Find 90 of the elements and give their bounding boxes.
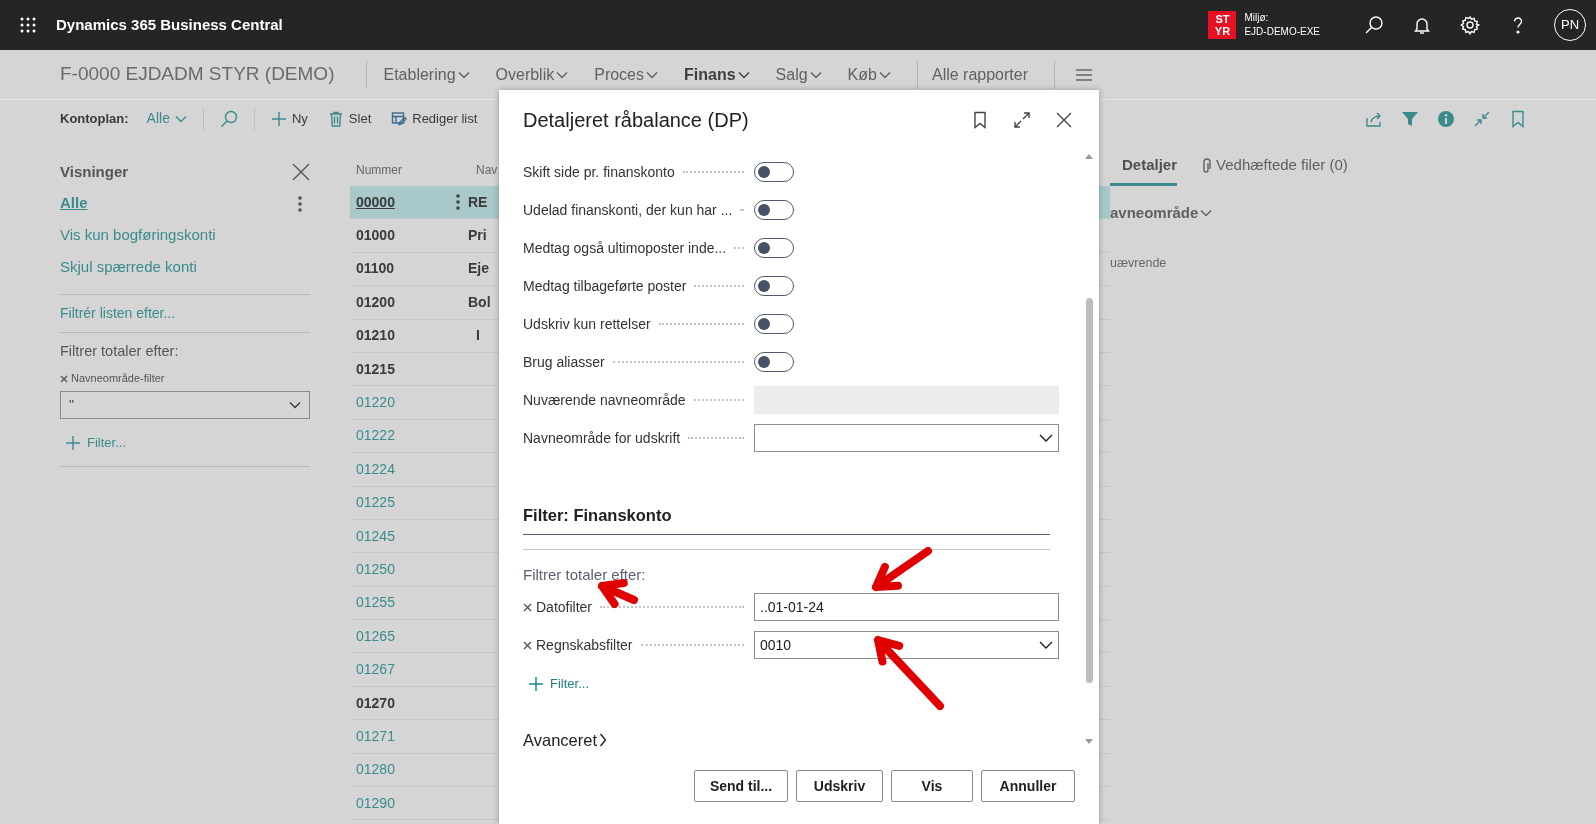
table-cell-text: Eje [468,259,489,279]
toggle-switch[interactable] [754,200,794,220]
option-label: Brug aliasser [523,352,605,372]
toggle-switch[interactable] [754,162,794,182]
toggle-switch[interactable] [754,352,794,372]
chevron-down-icon [878,70,891,79]
chevron-down-icon [289,400,301,409]
filter-totals-label: Filtrer totaler efter: [523,564,647,585]
panel-title: Visninger [60,162,129,182]
environment-badge: ST YR [1208,11,1237,39]
nav-menu-item[interactable]: Salg [775,62,822,87]
table-cell-text: Pri [468,226,487,246]
view-label: Kontoplan: [60,109,129,128]
nav-menu-item[interactable]: Finans [684,62,750,87]
option-label: Medtag tilbageførte poster [523,276,687,296]
view-link[interactable]: Skjul spærrede konti [60,256,197,279]
app-title: Dynamics 365 Business Central [56,14,283,35]
add-button[interactable]: Ny [260,108,318,129]
remove-filter-icon[interactable] [60,374,68,383]
environment-name: EJD-DEMO-EXE [1244,25,1320,39]
page-title: F-0000 EJDADM STYR (DEMO) [60,62,335,87]
option-label: Nuværende navneområde [523,390,686,410]
input-field[interactable]: ..01-01-24 [754,593,1059,622]
chevron-down-icon [646,70,658,79]
dialog-button[interactable]: Annuller [981,770,1075,802]
section-title: Filter: Finanskonto [523,503,1050,535]
section-header[interactable]: Avanceret [523,727,607,748]
dialog-button[interactable]: Vis [891,770,973,802]
chevron-down-icon [809,70,822,79]
table-cell-text: I [475,326,480,346]
chevron-right-icon [599,733,607,748]
filter-dropdown[interactable]: '' [60,390,310,419]
close-icon[interactable] [292,163,310,182]
column-header[interactable]: Nav [470,161,498,186]
option-label: Udelad finanskonti, der kun har ... [523,200,733,220]
nav-menu-item[interactable]: Proces [594,62,658,87]
chevron-down-icon [1039,434,1053,442]
field-label: uævrende [1110,255,1168,272]
edit-button[interactable]: Rediger list [381,108,488,129]
environment-label: Miljø: [1244,11,1270,25]
plus-icon [65,434,81,451]
filter-label: Navneområde-filter [71,371,165,387]
remove-filter-icon[interactable] [523,640,532,650]
group-header[interactable]: avneområde [1110,201,1213,224]
nav-menu-item[interactable]: Alle rapporter [931,62,1028,87]
toggle-switch[interactable] [754,314,794,334]
chevron-down-icon [457,70,470,79]
option-label: Udskriv kun rettelser [523,314,651,334]
paperclip-icon [1201,158,1212,175]
view-link[interactable]: Alle [60,192,88,215]
view-dropdown[interactable]: Alle [136,108,197,129]
dropdown-field[interactable] [754,424,1059,452]
toggle-switch[interactable] [754,238,794,258]
delete-button[interactable]: Slet [317,108,382,129]
nav-menu-item[interactable]: Overblik [495,62,569,87]
tab[interactable]: Vedhæftede filer (0) [1201,153,1348,186]
toggle-switch[interactable] [754,276,794,296]
filter-list-link[interactable]: Filtrér listen efter... [60,302,176,324]
add-filter-button[interactable]: Filter... [60,432,126,453]
plus-icon [528,676,544,692]
filter-totals-label: Filtrer totaler efter: [60,341,180,361]
add-filter-button[interactable]: Filter... [523,674,589,694]
filter-label: Regnskabsfilter [536,635,633,655]
remove-filter-icon[interactable] [523,602,532,612]
column-header[interactable]: Nummer [350,161,470,186]
view-link[interactable]: Vis kun bogføringskonti [60,224,216,247]
chevron-down-icon [1039,641,1053,650]
edit-list-icon [391,110,408,127]
nav-menu-item[interactable]: Køb [847,62,891,87]
filter-label: Datofilter [536,597,593,617]
chevron-down-icon [556,70,569,79]
nav-menu-item[interactable]: Etablering [383,62,470,87]
dialog-button[interactable]: Send til... [694,770,788,802]
scroll-down-icon [1084,738,1094,746]
dropdown-field[interactable]: 0010 [754,631,1059,660]
table-cell-text: Bol [468,292,491,312]
more-options-icon[interactable] [456,194,460,211]
scroll-up-icon [1084,152,1094,160]
trash-icon [327,110,344,127]
dialog-button[interactable]: Udskriv [796,770,883,802]
tab[interactable]: Detaljer [1110,153,1178,186]
option-label: Navneområde for udskrift [523,428,681,448]
chevron-down-icon [1200,208,1213,217]
option-label: Medtag også ultimoposter inde... [523,238,727,258]
plus-icon [270,110,287,127]
chevron-down-icon [174,114,187,123]
table-cell-text: RE [468,192,488,212]
dialog-title: Detaljeret råbalance (DP) [523,108,750,133]
option-label: Skift side pr. finanskonto [523,162,675,182]
chevron-down-icon [737,70,750,79]
